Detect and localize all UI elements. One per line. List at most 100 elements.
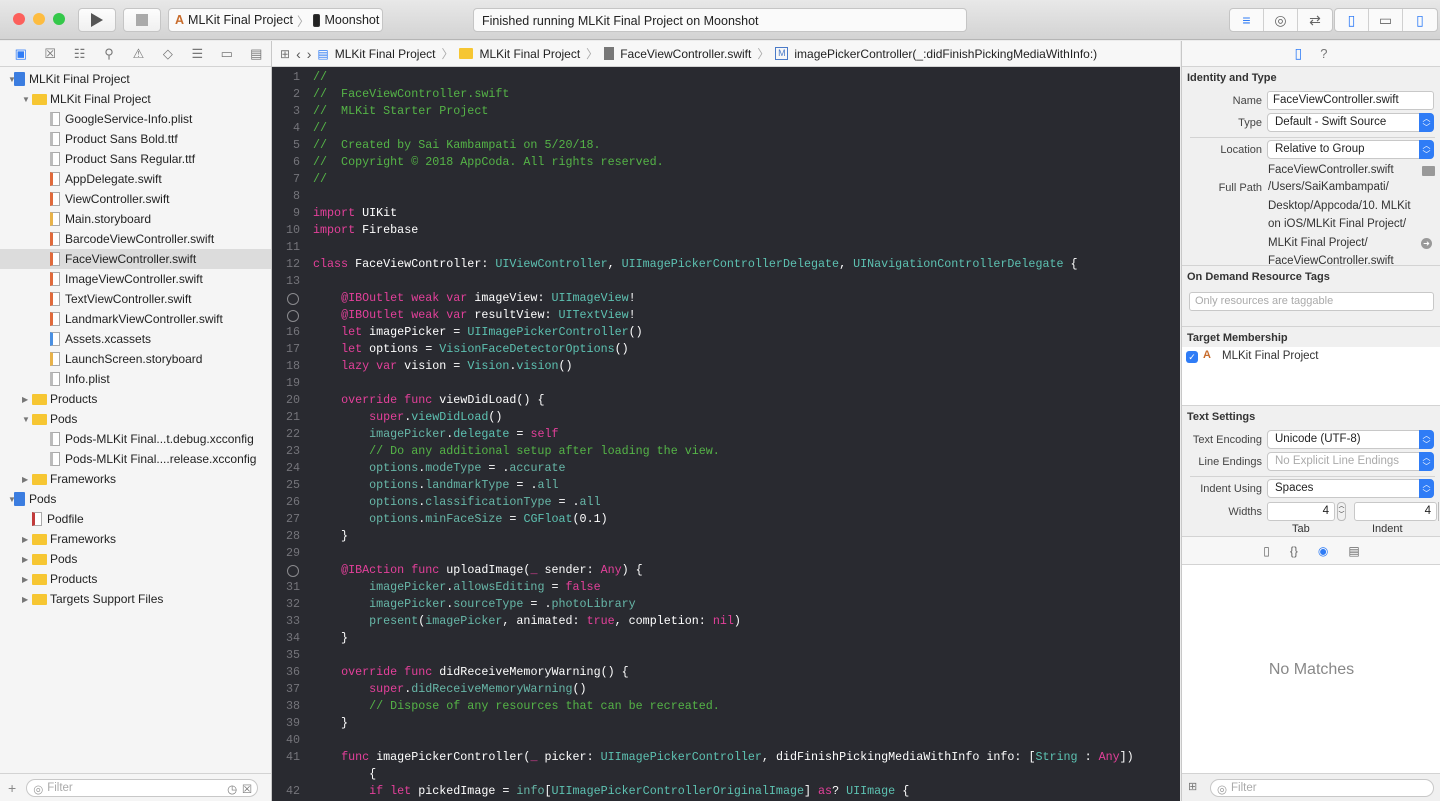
file-tree-item[interactable]: Assets.xcassets: [0, 329, 271, 349]
code-token: false: [566, 580, 601, 594]
hierarchy-icon[interactable]: ☷: [65, 46, 94, 62]
code-token: VisionFaceDetectorOptions: [439, 342, 614, 356]
disclosure-closed-icon[interactable]: ▶: [22, 595, 28, 604]
breadcrumb-project[interactable]: MLKit Final Project: [335, 47, 436, 61]
file-template-icon[interactable]: ▯: [1263, 544, 1270, 558]
code-snippet-icon[interactable]: {}: [1290, 544, 1298, 558]
breakpoint-icon[interactable]: ▭: [212, 46, 241, 62]
disclosure-closed-icon[interactable]: ▶: [22, 535, 28, 544]
type-popup[interactable]: Default - Swift Source︿﹀: [1267, 113, 1434, 132]
disclosure-closed-icon[interactable]: ▶: [22, 575, 28, 584]
add-icon[interactable]: +: [8, 780, 16, 796]
file-tree-item[interactable]: Main.storyboard: [0, 209, 271, 229]
outlet-connection-icon[interactable]: [287, 293, 299, 305]
file-tree-item[interactable]: BarcodeViewController.swift: [0, 229, 271, 249]
navigator-toggle-icon[interactable]: ▯: [1335, 9, 1369, 31]
file-tree-item[interactable]: ▶Pods: [0, 549, 271, 569]
file-tree-item[interactable]: ▶Products: [0, 569, 271, 589]
file-tree-item[interactable]: AppDelegate.swift: [0, 169, 271, 189]
panel-toggle-control[interactable]: ▯▭▯: [1334, 8, 1438, 32]
editor-mode-control[interactable]: ≡◎⇄: [1229, 8, 1333, 32]
outlet-connection-icon[interactable]: [287, 565, 299, 577]
location-popup[interactable]: Relative to Group︿﹀: [1267, 140, 1434, 159]
quick-help-icon[interactable]: ?: [1320, 46, 1327, 61]
library-filter-input[interactable]: ◎ Filter: [1210, 779, 1434, 797]
disclosure-open-icon[interactable]: ▼: [22, 95, 30, 104]
test-icon[interactable]: ◇: [153, 46, 182, 62]
recent-icon[interactable]: ◷: [227, 782, 237, 796]
file-tree-item[interactable]: ▼Pods: [0, 409, 271, 429]
search-icon[interactable]: ⚲: [94, 46, 123, 62]
source-editor[interactable]: 1//2// FaceViewController.swift3// MLKit…: [272, 67, 1180, 801]
related-items-icon[interactable]: ⊞: [280, 47, 290, 61]
tab-width-field[interactable]: 4: [1267, 502, 1335, 521]
device-name[interactable]: Moonshot: [324, 13, 379, 27]
folder-icon[interactable]: [1422, 166, 1435, 176]
odr-tags-field[interactable]: Only resources are taggable: [1189, 292, 1434, 311]
file-tree-item[interactable]: Product Sans Regular.ttf: [0, 149, 271, 169]
file-tree-item[interactable]: ▶Products: [0, 389, 271, 409]
standard-editor-icon[interactable]: ≡: [1230, 9, 1264, 31]
disclosure-closed-icon[interactable]: ▶: [22, 555, 28, 564]
file-tree-item[interactable]: Product Sans Bold.ttf: [0, 129, 271, 149]
grid-view-icon[interactable]: ⊞: [1188, 780, 1197, 793]
project-file-icon: ▤: [317, 47, 328, 61]
code-token: [313, 342, 341, 356]
indent-popup[interactable]: Spaces︿﹀: [1267, 479, 1434, 498]
assistant-editor-icon[interactable]: ◎: [1264, 9, 1298, 31]
stop-button[interactable]: [123, 8, 161, 32]
debug-toggle-icon[interactable]: ▭: [1369, 9, 1403, 31]
tab-stepper[interactable]: ︿﹀: [1337, 502, 1346, 521]
reveal-arrow-icon[interactable]: ➜: [1421, 238, 1432, 249]
breadcrumb-group[interactable]: MLKit Final Project: [479, 47, 580, 61]
file-tree-item[interactable]: ▼Pods: [0, 489, 271, 509]
scm-filter-icon[interactable]: ☒: [242, 782, 252, 796]
file-tree-item[interactable]: ▼MLKit Final Project: [0, 69, 271, 89]
file-tree-item[interactable]: GoogleService-Info.plist: [0, 109, 271, 129]
minimize-window-button[interactable]: [33, 13, 45, 25]
forward-button[interactable]: ›: [307, 46, 312, 62]
close-window-button[interactable]: [13, 13, 25, 25]
scheme-selector[interactable]: A MLKit Final Project 〉 Moonshot: [168, 8, 383, 32]
disclosure-closed-icon[interactable]: ▶: [22, 395, 28, 404]
file-tree-item[interactable]: Pods-MLKit Final...t.debug.xcconfig: [0, 429, 271, 449]
file-tree-item[interactable]: TextViewController.swift: [0, 289, 271, 309]
file-tree-item[interactable]: LaunchScreen.storyboard: [0, 349, 271, 369]
file-tree-item[interactable]: ▶Frameworks: [0, 529, 271, 549]
file-tree-item[interactable]: ▶Frameworks: [0, 469, 271, 489]
file-tree-item[interactable]: ▼MLKit Final Project: [0, 89, 271, 109]
inspector-toggle-icon[interactable]: ▯: [1403, 9, 1437, 31]
encoding-popup[interactable]: Unicode (UTF-8)︿﹀: [1267, 430, 1434, 449]
report-icon[interactable]: ▤: [242, 46, 271, 62]
breadcrumb-file[interactable]: FaceViewController.swift: [620, 47, 751, 61]
name-field[interactable]: FaceViewController.swift: [1267, 91, 1434, 110]
file-inspector-icon[interactable]: ▯: [1295, 45, 1303, 62]
outlet-connection-icon[interactable]: [287, 310, 299, 322]
file-tree-item[interactable]: ImageViewController.swift: [0, 269, 271, 289]
debug-icon[interactable]: ☰: [183, 46, 212, 62]
target-checkbox[interactable]: ✓: [1186, 351, 1198, 363]
file-tree-item[interactable]: Pods-MLKit Final....release.xcconfig: [0, 449, 271, 469]
line-endings-popup[interactable]: No Explicit Line Endings︿﹀: [1267, 452, 1434, 471]
file-tree-item[interactable]: ViewController.swift: [0, 189, 271, 209]
file-name: Podfile: [47, 512, 84, 526]
warning-icon[interactable]: ⚠: [124, 46, 153, 62]
source-control-icon[interactable]: ☒: [35, 46, 64, 62]
navigator-filter-input[interactable]: ◎ Filter ◷ ☒: [26, 779, 258, 797]
zoom-window-button[interactable]: [53, 13, 65, 25]
media-library-icon[interactable]: ▤: [1348, 544, 1359, 558]
back-button[interactable]: ‹: [296, 46, 301, 62]
disclosure-open-icon[interactable]: ▼: [22, 415, 30, 424]
folder-icon[interactable]: ▣: [6, 46, 35, 62]
disclosure-closed-icon[interactable]: ▶: [22, 475, 28, 484]
file-tree-item[interactable]: Info.plist: [0, 369, 271, 389]
version-editor-icon[interactable]: ⇄: [1298, 9, 1332, 31]
run-button[interactable]: [78, 8, 116, 32]
indent-width-field[interactable]: 4: [1354, 502, 1437, 521]
file-tree-item[interactable]: LandmarkViewController.swift: [0, 309, 271, 329]
breadcrumb-symbol[interactable]: imagePickerController(_:didFinishPicking…: [794, 47, 1097, 61]
file-tree-item[interactable]: Podfile: [0, 509, 271, 529]
object-library-icon[interactable]: ◉: [1318, 544, 1328, 558]
file-tree-item[interactable]: ▶Targets Support Files: [0, 589, 271, 609]
file-tree-item[interactable]: FaceViewController.swift: [0, 249, 271, 269]
